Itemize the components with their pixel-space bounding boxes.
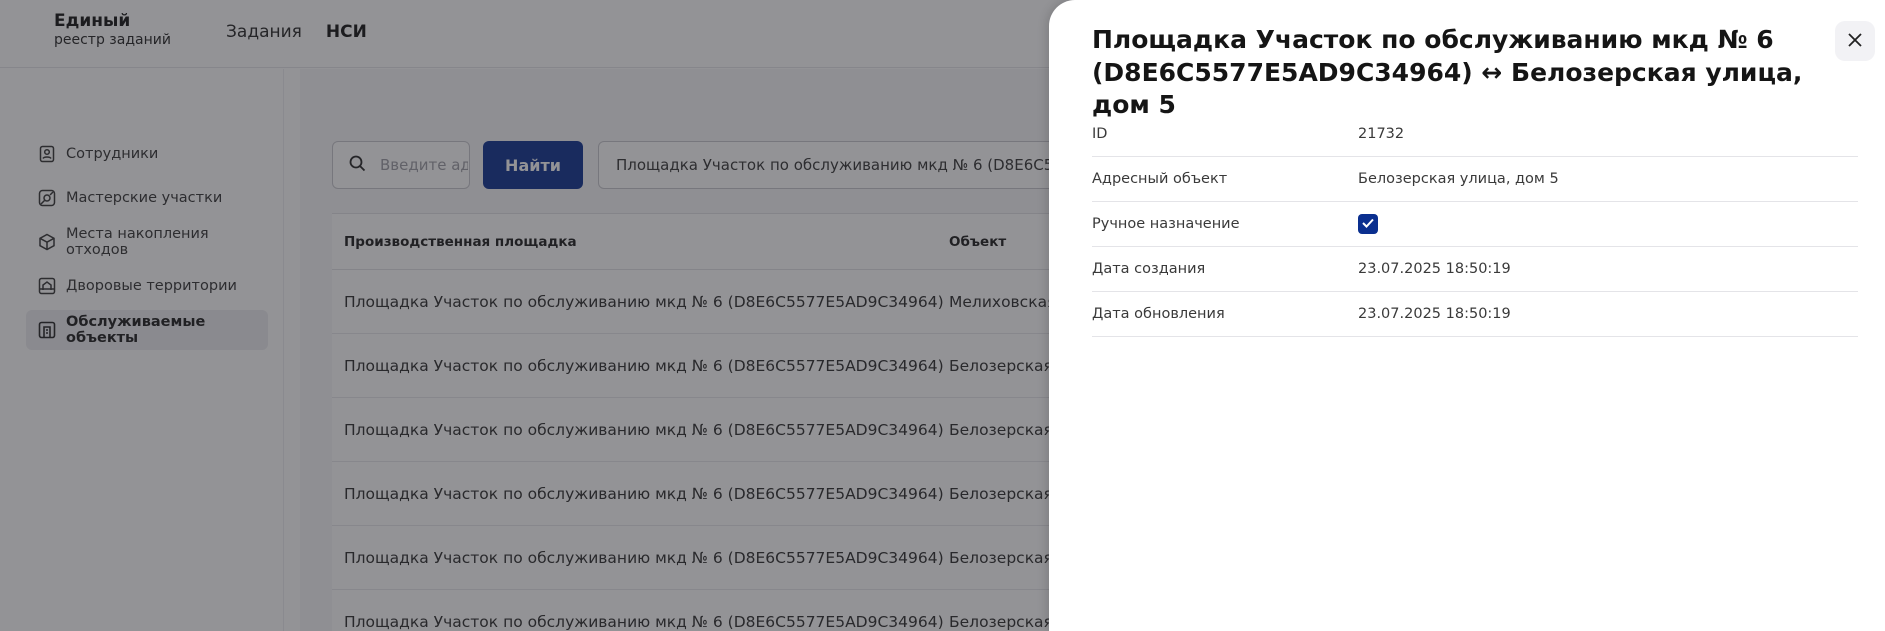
property-value: 23.07.2025 18:50:19: [1358, 306, 1511, 322]
property-value: Белозерская улица, дом 5: [1358, 171, 1559, 187]
details-drawer: Площадка Участок по обслуживанию мкд № 6…: [1049, 0, 1885, 631]
close-icon: [1848, 32, 1862, 50]
property-label: Адресный объект: [1092, 171, 1228, 187]
property-label: Ручное назначение: [1092, 216, 1240, 232]
properties-list: ID 21732 Адресный объект Белозерская ули…: [1092, 112, 1858, 337]
property-row-id: ID 21732: [1092, 112, 1858, 157]
property-label: Дата создания: [1092, 261, 1206, 277]
drawer-title: Площадка Участок по обслуживанию мкд № 6…: [1092, 25, 1803, 119]
property-value: [1358, 214, 1378, 234]
property-row-address: Адресный объект Белозерская улица, дом 5: [1092, 157, 1858, 202]
property-row-updated: Дата обновления 23.07.2025 18:50:19: [1092, 292, 1858, 337]
check-icon: [1362, 216, 1374, 232]
manual-assignment-checkbox[interactable]: [1358, 214, 1378, 234]
property-value: 21732: [1358, 126, 1405, 142]
app-root: Единый реестр заданий Задания НСИ Сотруд…: [0, 0, 1885, 631]
property-row-manual-assignment: Ручное назначение: [1092, 202, 1858, 247]
close-button[interactable]: [1835, 21, 1875, 61]
property-row-created: Дата создания 23.07.2025 18:50:19: [1092, 247, 1858, 292]
property-label: ID: [1092, 126, 1108, 142]
property-label: Дата обновления: [1092, 306, 1225, 322]
property-value: 23.07.2025 18:50:19: [1358, 261, 1511, 277]
